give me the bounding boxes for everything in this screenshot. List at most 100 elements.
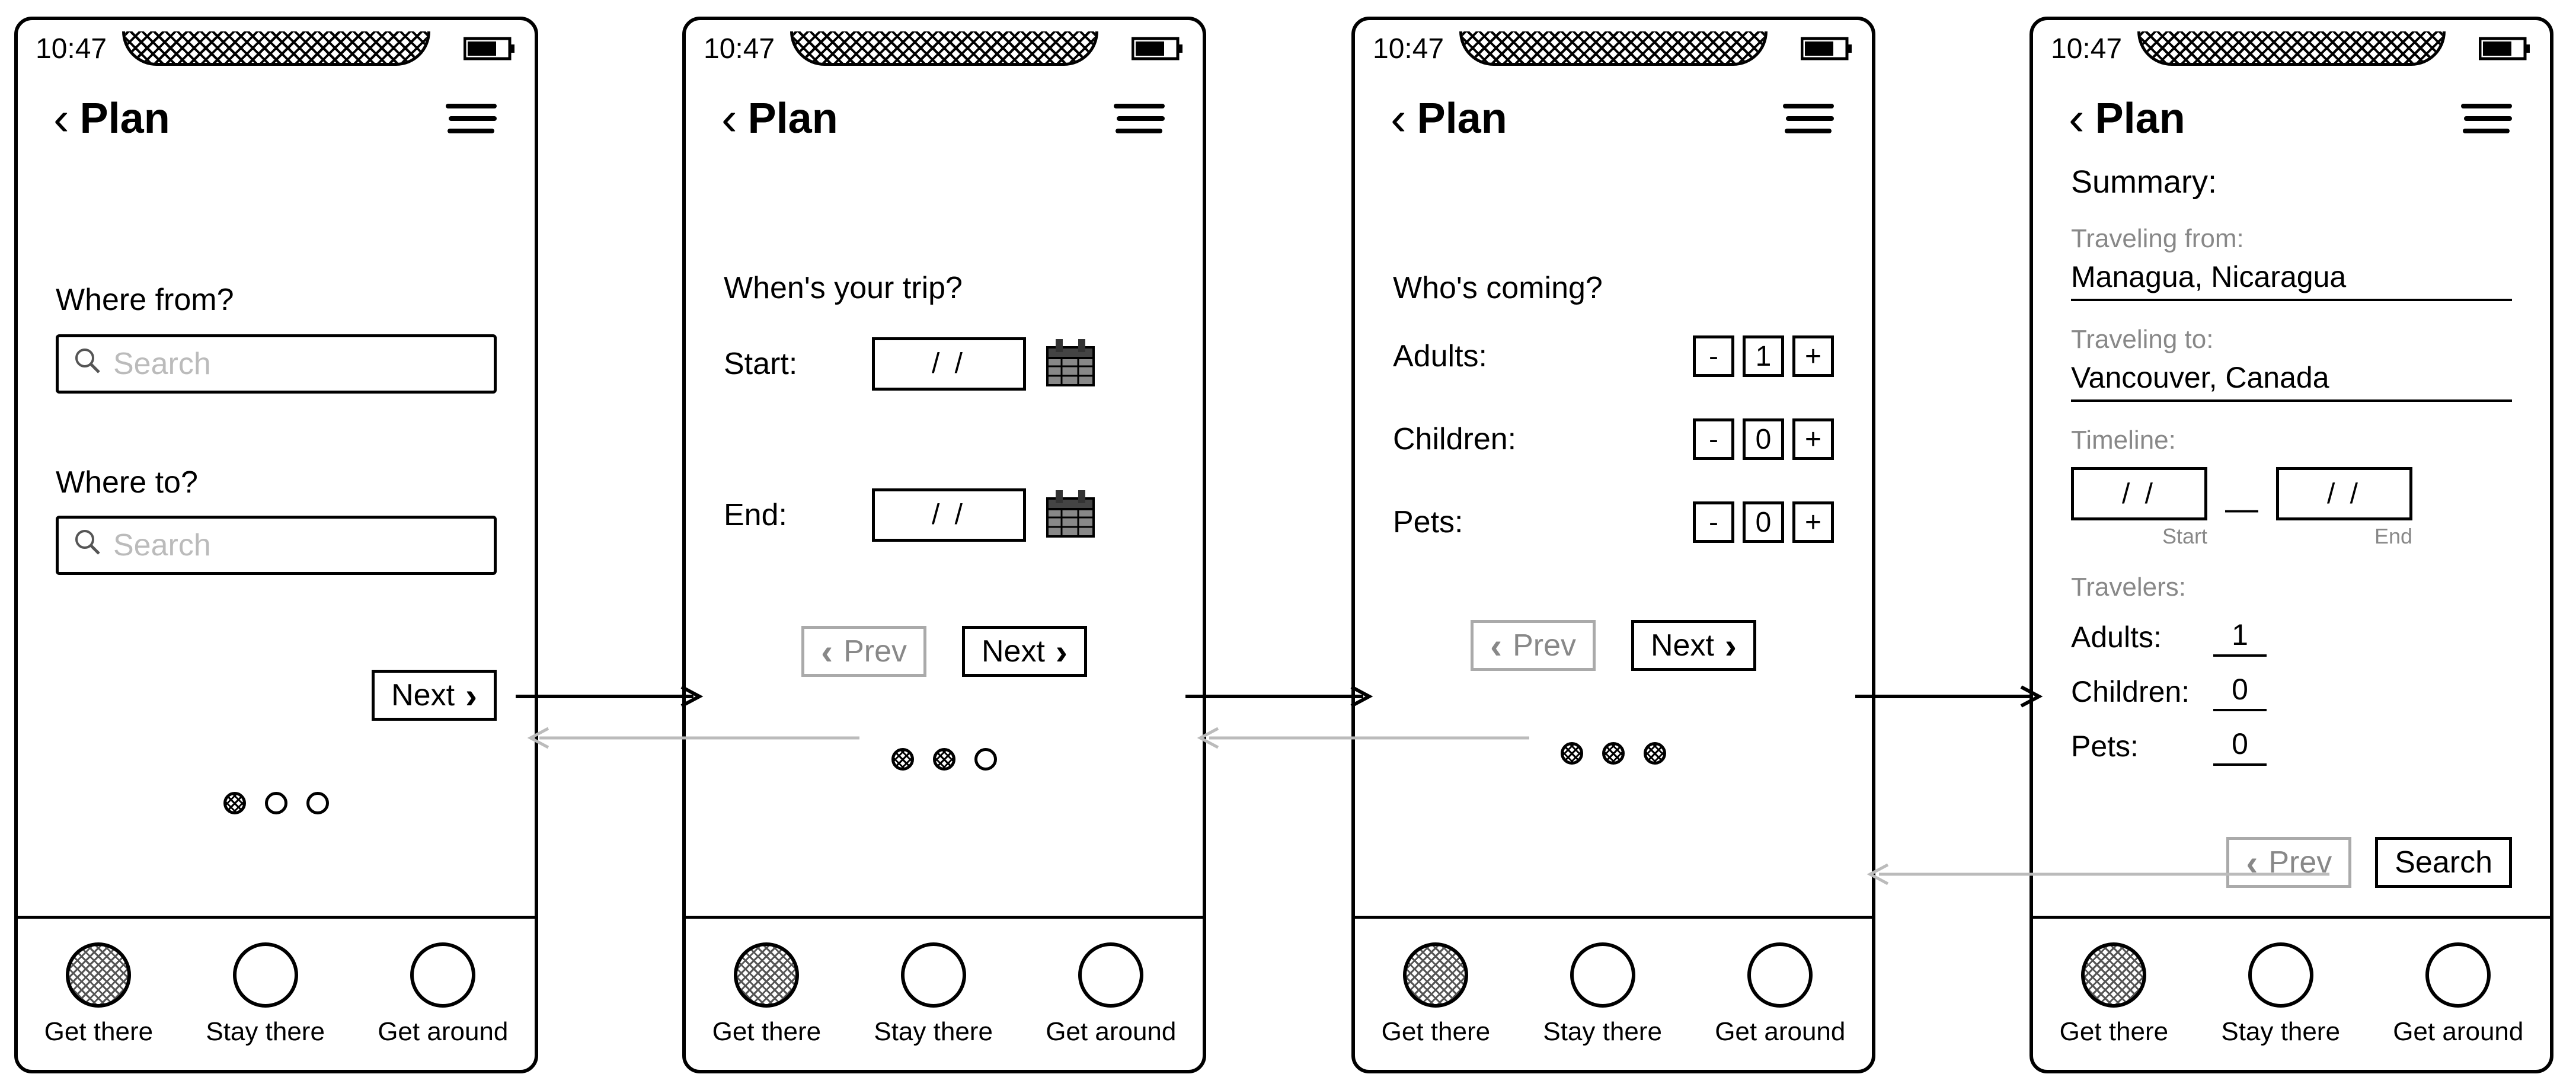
- phone-frame-4: 10:47 ‹ Plan Summary: Traveling from: Ma…: [2030, 17, 2553, 1073]
- bottom-tabs: Get there Stay there Get around: [2033, 916, 2550, 1070]
- prev-button[interactable]: ‹ Prev: [801, 626, 926, 677]
- tab-get-around[interactable]: Get around: [1715, 942, 1845, 1047]
- tab-get-there[interactable]: Get there: [712, 942, 821, 1047]
- traveling-to-value[interactable]: Vancouver, Canada: [2071, 360, 2512, 402]
- tab-stay-there[interactable]: Stay there: [2221, 942, 2340, 1047]
- start-label: Start:: [724, 346, 854, 382]
- tab-get-there[interactable]: Get there: [1382, 942, 1490, 1047]
- end-caption: End: [2374, 524, 2412, 549]
- back-icon[interactable]: ‹: [1391, 91, 1407, 146]
- where-to-input[interactable]: Search: [56, 516, 497, 575]
- battery-icon: [1102, 34, 1185, 63]
- menu-icon[interactable]: [1783, 104, 1836, 133]
- menu-icon[interactable]: [446, 104, 499, 133]
- bottom-tabs: Get there Stay there Get around: [686, 916, 1203, 1070]
- end-date-input[interactable]: / /: [872, 488, 1026, 542]
- header: ‹ Plan: [1355, 73, 1872, 146]
- start-caption: Start: [2162, 524, 2207, 549]
- tab-stay-there[interactable]: Stay there: [874, 942, 993, 1047]
- next-label: Next: [391, 677, 455, 713]
- phone-frame-3: 10:47 ‹ Plan Who's coming? Adults: - 1 +…: [1351, 17, 1875, 1073]
- menu-icon[interactable]: [2461, 104, 2514, 133]
- page-title: Plan: [80, 94, 170, 143]
- back-icon[interactable]: ‹: [2069, 91, 2085, 146]
- decrement-button[interactable]: -: [1693, 501, 1734, 543]
- tab-label: Stay there: [206, 1017, 325, 1047]
- tab-get-around[interactable]: Get around: [1046, 942, 1176, 1047]
- increment-button[interactable]: +: [1792, 501, 1834, 543]
- tab-circle-icon: [233, 942, 298, 1008]
- tab-label: Get around: [1046, 1017, 1176, 1047]
- step-dot-1: [223, 792, 246, 814]
- tab-label: Get there: [712, 1017, 821, 1047]
- tab-get-around[interactable]: Get around: [2393, 942, 2523, 1047]
- increment-button[interactable]: +: [1792, 335, 1834, 377]
- traveling-from-value[interactable]: Managua, Nicaragua: [2071, 260, 2512, 301]
- summary-end-date[interactable]: / /: [2276, 467, 2412, 520]
- adults-value[interactable]: 1: [2213, 618, 2267, 657]
- notch: [122, 31, 430, 66]
- tab-label: Get around: [2393, 1017, 2523, 1047]
- step-dot-3: [974, 748, 997, 771]
- tab-circle-icon: [1747, 942, 1813, 1008]
- calendar-icon[interactable]: [1044, 487, 1097, 543]
- date-value: / /: [932, 498, 966, 531]
- step-dot-2: [1602, 742, 1625, 765]
- travelers-label: Travelers:: [2071, 573, 2512, 602]
- tab-get-around[interactable]: Get around: [378, 942, 508, 1047]
- search-label: Search: [2395, 845, 2492, 880]
- where-from-input[interactable]: Search: [56, 334, 497, 394]
- adults-stepper: - 1 +: [1693, 335, 1834, 377]
- pets-label: Pets:: [2071, 729, 2190, 763]
- next-button[interactable]: Next ›: [1631, 620, 1756, 671]
- step-dots: [18, 792, 535, 814]
- start-date-input[interactable]: / /: [872, 337, 1026, 391]
- page-title: Plan: [2095, 94, 2185, 143]
- tab-label: Stay there: [874, 1017, 993, 1047]
- date-value: / /: [2327, 478, 2361, 510]
- timeline-label: Timeline:: [2071, 426, 2512, 455]
- next-button[interactable]: Next ›: [372, 670, 497, 721]
- calendar-icon[interactable]: [1044, 335, 1097, 392]
- children-value[interactable]: 0: [2213, 672, 2267, 711]
- next-button[interactable]: Next ›: [962, 626, 1087, 677]
- step-dot-3: [1644, 742, 1666, 765]
- page-title: Plan: [748, 94, 838, 143]
- decrement-button[interactable]: -: [1693, 335, 1734, 377]
- tab-circle-icon: [901, 942, 966, 1008]
- summary-start-date[interactable]: / /: [2071, 467, 2207, 520]
- adults-label: Adults:: [1393, 338, 1523, 374]
- tab-get-there[interactable]: Get there: [2060, 942, 2168, 1047]
- tab-stay-there[interactable]: Stay there: [206, 942, 325, 1047]
- next-label: Next: [1651, 628, 1714, 663]
- tab-get-there[interactable]: Get there: [44, 942, 153, 1047]
- tab-label: Get around: [378, 1017, 508, 1047]
- tab-label: Stay there: [1543, 1017, 1662, 1047]
- tab-circle-icon: [410, 942, 475, 1008]
- increment-button[interactable]: +: [1792, 418, 1834, 460]
- tab-circle-icon: [2425, 942, 2491, 1008]
- phone-frame-1: 10:47 ‹ Plan Where from? Search Where to…: [14, 17, 538, 1073]
- search-button[interactable]: Search: [2375, 837, 2512, 888]
- statusbar: 10:47: [686, 20, 1203, 73]
- header: ‹ Plan: [18, 73, 535, 146]
- phone-frame-2: 10:47 ‹ Plan When's your trip? Start: / …: [682, 17, 1206, 1073]
- tab-stay-there[interactable]: Stay there: [1543, 942, 1662, 1047]
- adults-label: Adults:: [2071, 620, 2190, 654]
- clock: 10:47: [704, 33, 787, 65]
- where-from-label: Where from?: [56, 282, 497, 318]
- prev-label: Prev: [843, 634, 907, 669]
- back-icon[interactable]: ‹: [721, 91, 737, 146]
- header: ‹ Plan: [2033, 73, 2550, 146]
- statusbar: 10:47: [1355, 20, 1872, 73]
- tab-circle-icon: [734, 942, 799, 1008]
- step-dot-1: [1561, 742, 1583, 765]
- menu-icon[interactable]: [1114, 104, 1167, 133]
- prev-button[interactable]: ‹ Prev: [1471, 620, 1596, 671]
- pets-value[interactable]: 0: [2213, 727, 2267, 766]
- back-icon[interactable]: ‹: [53, 91, 69, 146]
- date-value: / /: [932, 347, 966, 380]
- tab-label: Get there: [44, 1017, 153, 1047]
- decrement-button[interactable]: -: [1693, 418, 1734, 460]
- step-dot-2: [265, 792, 287, 814]
